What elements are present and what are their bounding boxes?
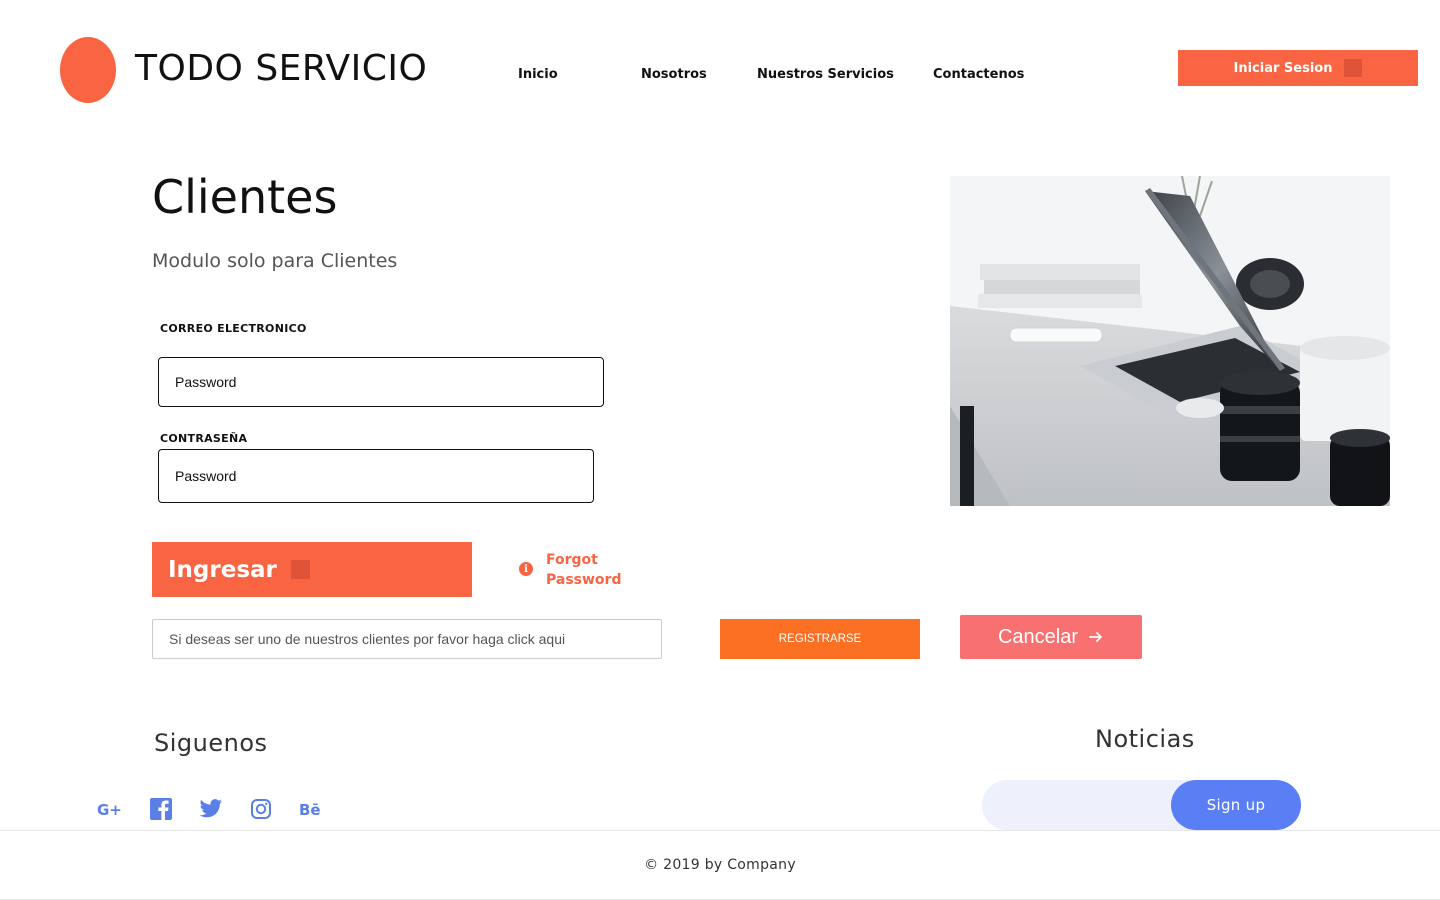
- login-square-icon: [1344, 59, 1363, 77]
- news-title: Noticias: [1095, 725, 1195, 753]
- email-field[interactable]: Password: [158, 357, 604, 407]
- footer: © 2019 by Company: [0, 830, 1440, 900]
- ingresar-square-icon: [290, 560, 310, 579]
- svg-text:Bē: Bē: [299, 801, 321, 818]
- svg-text:G+: G+: [97, 801, 121, 817]
- facebook-icon[interactable]: [148, 797, 174, 821]
- follow-title: Siguenos: [154, 729, 268, 757]
- password-label: CONTRASEÑA: [160, 432, 248, 445]
- copyright-text: © 2019 by Company: [644, 857, 796, 873]
- signup-button[interactable]: Sign up: [1171, 780, 1301, 830]
- twitter-icon[interactable]: [198, 797, 224, 821]
- join-input-placeholder: Si deseas ser uno de nuestros clientes p…: [169, 631, 566, 647]
- cancel-button-label: Cancelar: [997, 625, 1079, 648]
- behance-icon[interactable]: Bē: [299, 797, 325, 821]
- nav-nosotros[interactable]: Nosotros: [641, 66, 707, 84]
- login-button-label: Iniciar Sesion: [1233, 60, 1333, 76]
- password-field-value: Password: [175, 468, 237, 484]
- nav-nuestros-servicios[interactable]: Nuestros Servicios: [757, 66, 894, 84]
- nav-inicio[interactable]: Inicio: [518, 66, 558, 84]
- laptop-desk-illustration: [950, 176, 1390, 506]
- logo-circle: [60, 37, 116, 103]
- email-field-value: Password: [175, 374, 237, 390]
- ingresar-button-label: Ingresar: [168, 556, 277, 583]
- join-input[interactable]: Si deseas ser uno de nuestros clientes p…: [152, 619, 662, 659]
- arrow-right-icon: [1089, 632, 1102, 642]
- register-button[interactable]: REGISTRARSE: [720, 619, 920, 659]
- login-button[interactable]: Iniciar Sesion: [1178, 50, 1418, 86]
- password-field[interactable]: Password: [158, 449, 594, 503]
- cancel-button[interactable]: Cancelar: [960, 615, 1142, 659]
- page-subtitle: Modulo solo para Clientes: [152, 250, 398, 272]
- ingresar-button[interactable]: Ingresar: [152, 542, 472, 597]
- hero-image: [950, 176, 1390, 506]
- google-plus-icon[interactable]: G+: [96, 797, 122, 821]
- info-icon: i: [519, 562, 533, 576]
- page-title: Clientes: [152, 170, 338, 224]
- email-label: CORREO ELECTRONICO: [160, 322, 307, 335]
- nav-contactenos[interactable]: Contactenos: [933, 66, 1024, 84]
- forgot-password-link[interactable]: Forgot Password: [546, 550, 656, 590]
- brand-name: TODO SERVICIO: [135, 48, 428, 89]
- instagram-icon[interactable]: [248, 797, 274, 821]
